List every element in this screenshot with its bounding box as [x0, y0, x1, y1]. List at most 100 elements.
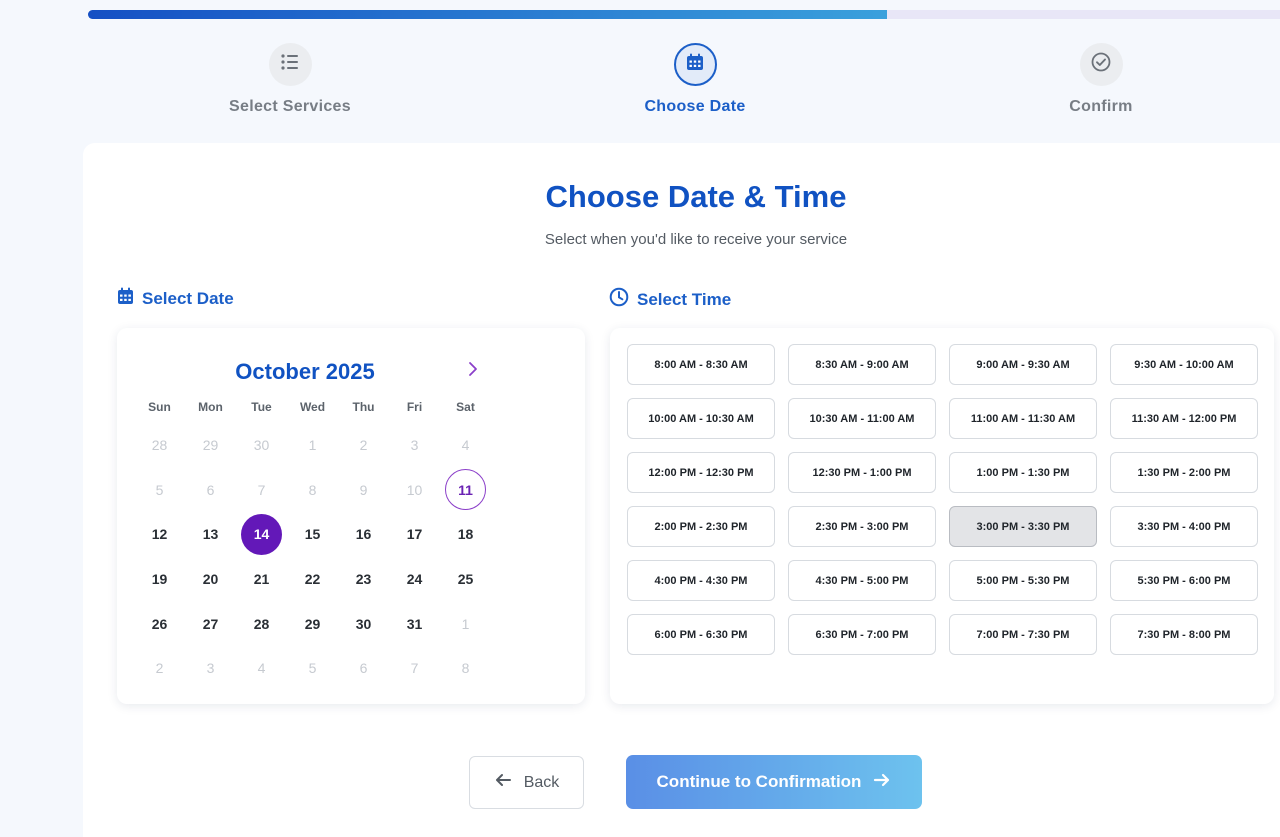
calendar-day[interactable]: 12	[134, 512, 185, 557]
page-title: Choose Date & Time	[545, 179, 847, 214]
progress-bar-fill	[88, 10, 887, 19]
calendar-day: 4	[440, 423, 491, 468]
continue-button-label: Continue to Confirmation	[656, 772, 862, 791]
calendar-day-number: 2	[359, 437, 368, 454]
calendar-day[interactable]: 29	[287, 601, 338, 646]
calendar-day[interactable]: 17	[389, 512, 440, 557]
calendar-day-today[interactable]: 11	[440, 468, 491, 513]
time-slot-selected[interactable]: 3:00 PM - 3:30 PM	[949, 506, 1097, 547]
calendar-day[interactable]: 20	[185, 557, 236, 602]
calendar-day-number: 2	[155, 660, 164, 677]
calendar-day[interactable]: 23	[338, 557, 389, 602]
calendar-day-number: 26	[151, 615, 168, 632]
calendar-day-number: 18	[457, 526, 474, 543]
time-slot[interactable]: 12:00 PM - 12:30 PM	[627, 452, 775, 493]
weekday-label: Sat	[456, 400, 475, 414]
step-confirm-circle	[1079, 43, 1123, 86]
calendar-day[interactable]: 24	[389, 557, 440, 602]
time-slot[interactable]: 8:00 AM - 8:30 AM	[627, 344, 775, 385]
page-subtitle: Select when you'd like to receive your s…	[544, 231, 848, 248]
time-slot[interactable]: 5:30 PM - 6:00 PM	[1110, 560, 1258, 601]
calendar-day-selected[interactable]: 14	[236, 512, 287, 557]
calendar-day[interactable]: 30	[338, 601, 389, 646]
time-slot[interactable]: 12:30 PM - 1:00 PM	[788, 452, 936, 493]
calendar-day-number: 1	[461, 615, 470, 632]
calendar-day: 7	[236, 468, 287, 513]
arrow-left-icon	[494, 773, 512, 792]
step-select-services-circle	[268, 43, 312, 86]
calendar-day: 29	[185, 423, 236, 468]
time-slot[interactable]: 10:00 AM - 10:30 AM	[627, 398, 775, 439]
calendar-day-number: 9	[359, 481, 368, 498]
calendar-icon	[117, 287, 134, 310]
select-date-label: Select Date	[142, 288, 234, 308]
calendar-day[interactable]: 28	[236, 601, 287, 646]
calendar-day[interactable]: 19	[134, 557, 185, 602]
calendar-day[interactable]: 25	[440, 557, 491, 602]
continue-to-confirmation-button[interactable]: Continue to Confirmation	[626, 755, 922, 809]
back-button-label: Back	[523, 773, 560, 791]
step-select-services-label: Select Services	[229, 98, 351, 115]
weekday-label: Thu	[352, 400, 375, 414]
weekday-label: Tue	[251, 400, 272, 414]
time-slot[interactable]: 11:00 AM - 11:30 AM	[949, 398, 1097, 439]
step-choose-date-circle	[673, 43, 717, 86]
time-slot[interactable]: 7:30 PM - 8:00 PM	[1110, 614, 1258, 655]
time-slot[interactable]: 3:30 PM - 4:00 PM	[1110, 506, 1258, 547]
calendar-day[interactable]: 22	[287, 557, 338, 602]
calendar-icon	[685, 52, 705, 77]
weekday-header: Sun Mon Tue Wed Thu Fri Sat	[134, 400, 491, 414]
calendar-day: 2	[338, 423, 389, 468]
time-slot[interactable]: 1:30 PM - 2:00 PM	[1110, 452, 1258, 493]
time-slot[interactable]: 11:30 AM - 12:00 PM	[1110, 398, 1258, 439]
weekday-label: Mon	[198, 400, 223, 414]
time-slot[interactable]: 2:00 PM - 2:30 PM	[627, 506, 775, 547]
time-slot[interactable]: 9:00 AM - 9:30 AM	[949, 344, 1097, 385]
time-slot[interactable]: 7:00 PM - 7:30 PM	[949, 614, 1097, 655]
calendar-day: 8	[440, 646, 491, 691]
calendar-day-number: 4	[461, 437, 470, 454]
step-select-services: Select Services	[190, 43, 390, 116]
time-slot[interactable]: 4:30 PM - 5:00 PM	[788, 560, 936, 601]
calendar-day[interactable]: 15	[287, 512, 338, 557]
calendar-day: 3	[389, 423, 440, 468]
calendar-day: 30	[236, 423, 287, 468]
time-slot[interactable]: 1:00 PM - 1:30 PM	[949, 452, 1097, 493]
calendar-day[interactable]: 31	[389, 601, 440, 646]
calendar-day[interactable]: 13	[185, 512, 236, 557]
calendar-day-number: 20	[202, 571, 219, 588]
calendar-day-number: 29	[202, 437, 219, 454]
calendar-day: 1	[287, 423, 338, 468]
step-confirm-label: Confirm	[1069, 98, 1133, 115]
calendar-day: 28	[134, 423, 185, 468]
next-month-button[interactable]	[463, 361, 483, 381]
time-slot[interactable]: 5:00 PM - 5:30 PM	[949, 560, 1097, 601]
time-slot[interactable]: 9:30 AM - 10:00 AM	[1110, 344, 1258, 385]
calendar-day[interactable]: 18	[440, 512, 491, 557]
calendar-day: 6	[185, 468, 236, 513]
back-button[interactable]: Back	[469, 756, 584, 809]
time-slot[interactable]: 10:30 AM - 11:00 AM	[788, 398, 936, 439]
clock-icon	[609, 287, 629, 312]
time-slot[interactable]: 4:00 PM - 4:30 PM	[627, 560, 775, 601]
booking-card: Choose Date & Time Select when you'd lik…	[83, 143, 1280, 837]
time-slot[interactable]: 2:30 PM - 3:00 PM	[788, 506, 936, 547]
calendar-day-number: 22	[304, 571, 321, 588]
calendar-day-number: 16	[355, 526, 372, 543]
time-slot[interactable]: 6:30 PM - 7:00 PM	[788, 614, 936, 655]
calendar-day-number: 15	[304, 526, 321, 543]
calendar-day: 7	[389, 646, 440, 691]
time-slot[interactable]: 6:00 PM - 6:30 PM	[627, 614, 775, 655]
calendar-day-number: 5	[308, 660, 317, 677]
calendar-day-number: 7	[410, 660, 419, 677]
calendar-day: 1	[440, 601, 491, 646]
calendar-day[interactable]: 26	[134, 601, 185, 646]
select-time-heading: Select Time	[609, 287, 731, 312]
select-time-label: Select Time	[637, 289, 732, 309]
calendar-day[interactable]: 16	[338, 512, 389, 557]
calendar-day-number: 23	[355, 571, 372, 588]
calendar-day[interactable]: 27	[185, 601, 236, 646]
calendar-day: 2	[134, 646, 185, 691]
calendar-day[interactable]: 21	[236, 557, 287, 602]
time-slot[interactable]: 8:30 AM - 9:00 AM	[788, 344, 936, 385]
